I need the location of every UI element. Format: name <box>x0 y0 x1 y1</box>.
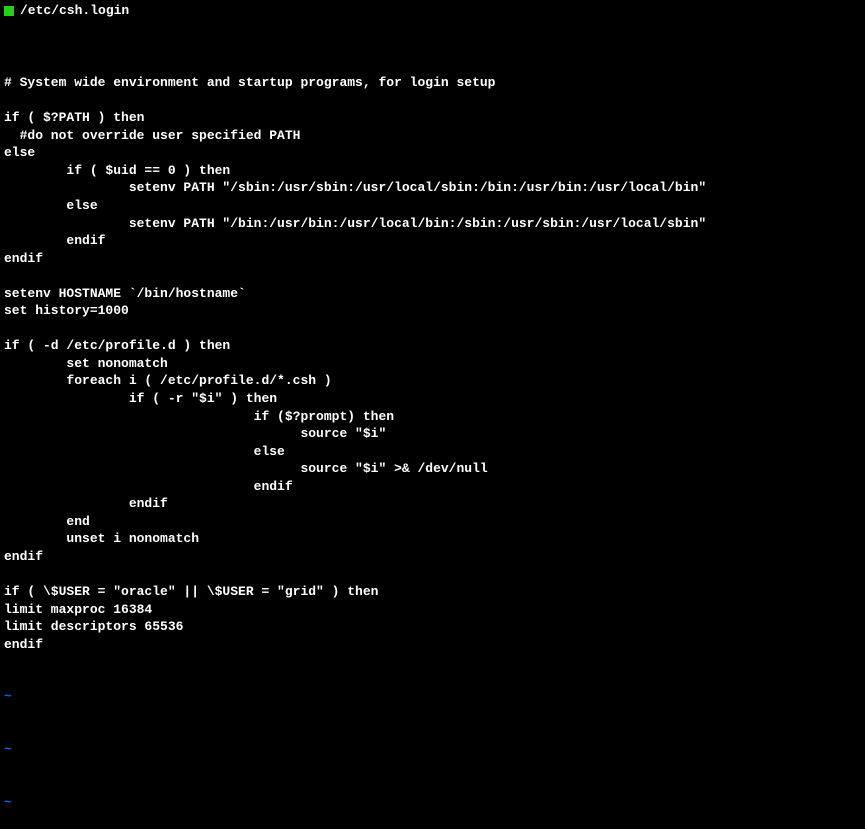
file-path: /etc/csh.login <box>20 2 129 20</box>
empty-line-tilde: ~ <box>4 794 861 812</box>
empty-line-tilde: ~ <box>4 688 861 706</box>
file-content[interactable]: # System wide environment and startup pr… <box>4 57 861 654</box>
empty-line-tilde: ~ <box>4 741 861 759</box>
file-icon <box>4 6 14 16</box>
editor-viewport[interactable]: # System wide environment and startup pr… <box>4 22 861 829</box>
titlebar: /etc/csh.login <box>4 2 861 20</box>
